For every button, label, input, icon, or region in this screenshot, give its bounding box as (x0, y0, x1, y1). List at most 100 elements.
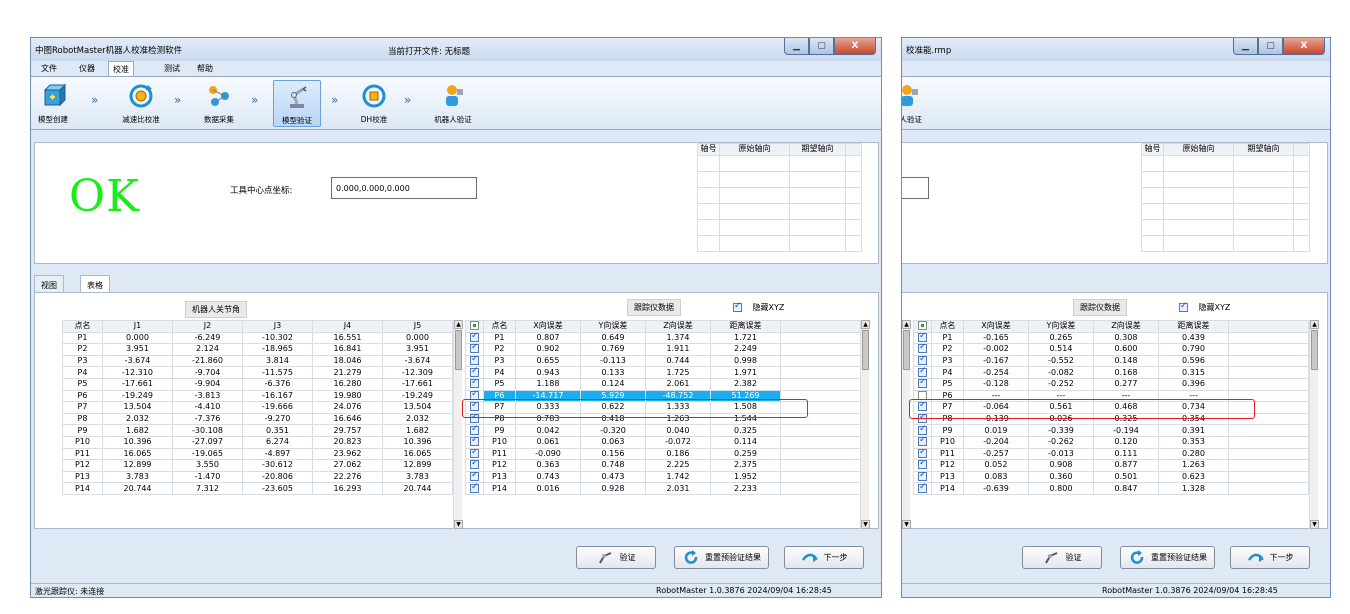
row-checkbox[interactable] (470, 437, 479, 447)
row-checkbox[interactable] (470, 356, 479, 366)
table-row[interactable]: P1 0.000 -6.249 -10.302 16.551 0.000 (62, 331, 453, 345)
hide-xyz-checkbox[interactable] (733, 301, 742, 312)
row-checkbox[interactable] (470, 460, 479, 470)
row-checkbox[interactable] (918, 483, 927, 493)
table-row[interactable]: P14 20.744 7.312 -23.605 16.293 20.744 (62, 482, 453, 495)
row-check-cell[interactable] (913, 447, 932, 461)
menu-calibrate[interactable]: 校准 (108, 61, 134, 77)
next-step-button[interactable]: 下一步 (1230, 546, 1310, 569)
row-check-cell[interactable] (913, 470, 932, 484)
row-checkbox[interactable] (918, 437, 927, 447)
minimize-button[interactable]: ▁ (1233, 38, 1258, 55)
table-row[interactable]: P30.655-0.1130.7440.998 (465, 354, 861, 368)
row-checkbox[interactable] (470, 379, 479, 389)
row-check-cell[interactable] (913, 377, 932, 391)
table-row[interactable]: P51.1880.1242.0612.382 (465, 377, 861, 391)
verify-button[interactable]: 验证 (576, 546, 656, 569)
table-row[interactable]: P2 3.951 2.124 -18.965 16.841 3.951 (62, 343, 453, 356)
table-row[interactable]: P10-0.204-0.2620.1200.353 (913, 435, 1309, 449)
row-checkbox[interactable] (470, 344, 479, 354)
table-row[interactable]: P14-0.6390.8000.8471.328 (913, 482, 1309, 495)
step-model-create[interactable]: 模型创建 (33, 80, 73, 127)
joint-table-scrollbar[interactable]: ▲ ▼ (453, 320, 463, 529)
reset-verify-button[interactable]: 重置预验证结果 (674, 546, 769, 569)
joint-table-scrollbar[interactable]: ▲ ▼ (902, 320, 911, 529)
row-checkbox[interactable] (918, 472, 927, 482)
row-checkbox[interactable] (470, 425, 479, 435)
tab-view[interactable]: 视图 (34, 275, 64, 292)
row-checkbox[interactable] (918, 367, 927, 377)
table-row[interactable]: P10.8070.6491.3741.721 (465, 331, 861, 345)
row-checkbox[interactable] (918, 344, 927, 354)
table-row[interactable]: P100.0610.063-0.0720.114 (465, 435, 861, 449)
table-row[interactable]: P130.7430.4731.7421.952 (465, 470, 861, 484)
scroll-down-icon[interactable]: ▼ (902, 520, 911, 529)
table-row[interactable]: P2-0.0020.5140.6000.790 (913, 343, 1309, 356)
row-checkbox[interactable] (918, 460, 927, 470)
menu-file[interactable]: 文件 (37, 63, 61, 74)
tcp-input[interactable] (331, 177, 477, 199)
scroll-thumb[interactable] (455, 330, 462, 370)
table-row[interactable]: P4 -12.310 -9.704 -11.575 21.279 -12.309 (62, 366, 453, 379)
table-row[interactable]: P90.042-0.3200.0400.325 (465, 424, 861, 437)
row-checkbox[interactable] (470, 472, 479, 482)
step-robot-verify[interactable]: 人验证 (902, 80, 928, 127)
tcp-input-partial[interactable] (902, 177, 929, 199)
row-checkbox[interactable] (918, 379, 927, 389)
table-row[interactable]: P8 2.032 -7.376 -9.270 16.646 2.032 (62, 412, 453, 426)
menu-help[interactable]: 帮助 (193, 63, 217, 74)
select-all-header[interactable] (913, 320, 932, 333)
row-check-cell[interactable] (913, 366, 932, 379)
row-checkbox[interactable] (918, 333, 927, 342)
close-button[interactable]: X (834, 38, 876, 55)
table-row[interactable]: P9 1.682 -30.108 0.351 29.757 1.682 (62, 424, 453, 437)
row-checkbox[interactable] (470, 483, 479, 493)
scroll-thumb[interactable] (1311, 330, 1318, 370)
table-row[interactable]: P11-0.0900.1560.1860.259 (465, 447, 861, 461)
row-check-cell[interactable] (465, 470, 484, 484)
row-check-cell[interactable] (913, 424, 932, 437)
table-row[interactable]: P11-0.257-0.0130.1110.280 (913, 447, 1309, 461)
maximize-button[interactable]: ▢ (809, 38, 834, 55)
table-row[interactable]: P40.9430.1331.7251.971 (465, 366, 861, 379)
row-check-cell[interactable] (465, 482, 484, 495)
row-check-cell[interactable] (465, 343, 484, 356)
scroll-up-icon[interactable]: ▲ (902, 320, 911, 329)
table-row[interactable]: P120.3630.7482.2252.375 (465, 459, 861, 472)
menu-instrument[interactable]: 仪器 (75, 63, 99, 74)
scroll-up-icon[interactable]: ▲ (1310, 320, 1319, 329)
row-check-cell[interactable] (913, 435, 932, 449)
row-checkbox[interactable] (918, 425, 927, 435)
row-checkbox[interactable] (470, 448, 479, 458)
row-checkbox[interactable] (918, 448, 927, 458)
row-check-cell[interactable] (465, 424, 484, 437)
row-checkbox[interactable] (470, 333, 479, 342)
verify-button[interactable]: 验证 (1022, 546, 1102, 569)
scroll-up-icon[interactable]: ▲ (861, 320, 870, 329)
hide-xyz-checkbox[interactable] (1179, 301, 1188, 312)
table-row[interactable]: P3-0.167-0.5520.1480.596 (913, 354, 1309, 368)
row-check-cell[interactable] (465, 331, 484, 345)
table-row[interactable]: P20.9020.7691.9112.249 (465, 343, 861, 356)
hide-xyz-toggle[interactable]: 隐藏XYZ (733, 301, 784, 313)
close-button[interactable]: X (1283, 38, 1325, 55)
table-row[interactable]: P13 3.783 -1.470 -20.806 22.276 3.783 (62, 470, 453, 484)
tracker-table-scrollbar[interactable]: ▲ ▼ (860, 320, 870, 529)
table-row[interactable]: P11 16.065 -19.065 -4.897 23.962 16.065 (62, 447, 453, 461)
tab-table[interactable]: 表格 (80, 275, 110, 293)
table-row[interactable]: P6 -19.249 -3.813 -16.167 19.980 -19.249 (62, 389, 453, 403)
scroll-down-icon[interactable]: ▼ (861, 520, 870, 529)
row-check-cell[interactable] (913, 459, 932, 472)
step-model-verify[interactable]: 模型验证 (273, 80, 321, 127)
row-check-cell[interactable] (465, 447, 484, 461)
step-dh-calibration[interactable]: DH校准 (352, 80, 396, 127)
select-all-header[interactable] (465, 320, 484, 333)
hide-xyz-toggle[interactable]: 隐藏XYZ (1179, 301, 1230, 313)
table-row[interactable]: P120.0520.9080.8771.263 (913, 459, 1309, 472)
reset-verify-button[interactable]: 重置预验证结果 (1120, 546, 1215, 569)
row-check-cell[interactable] (913, 354, 932, 368)
menu-test[interactable]: 测试 (160, 63, 184, 74)
step-robot-verify[interactable]: 机器人验证 (425, 80, 481, 127)
row-check-cell[interactable] (465, 459, 484, 472)
table-row[interactable]: P10 10.396 -27.097 6.274 20.823 10.396 (62, 435, 453, 449)
